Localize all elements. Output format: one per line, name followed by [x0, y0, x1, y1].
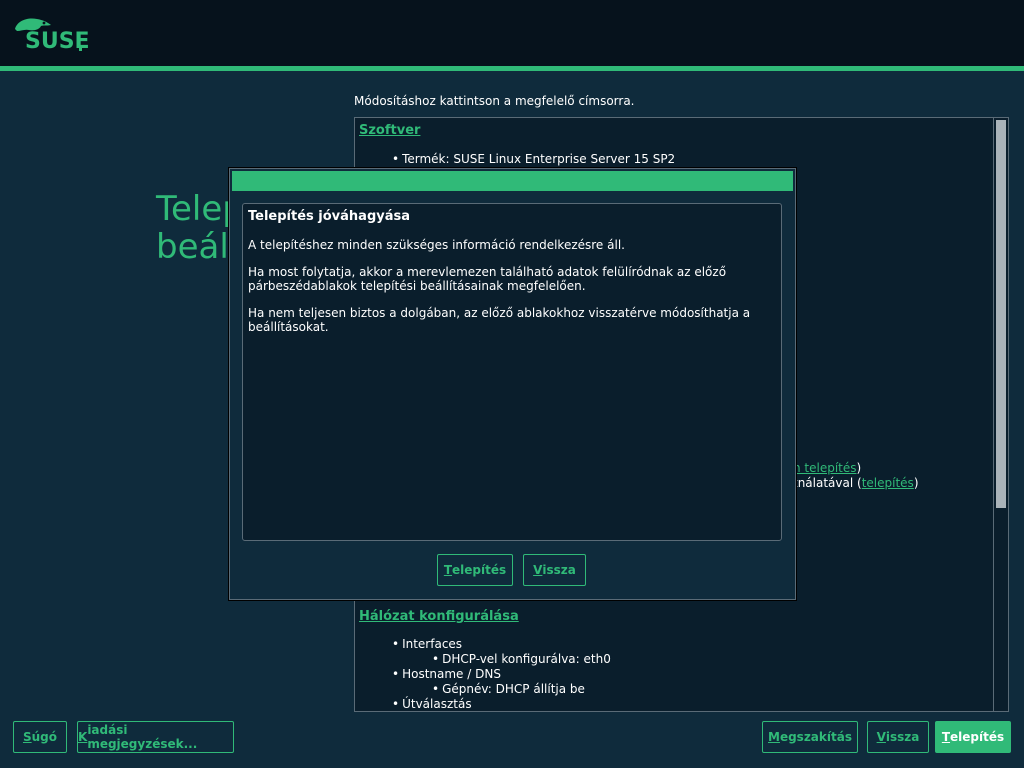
network-item: Interfaces — [392, 637, 462, 651]
scrollbar-thumb[interactable] — [996, 120, 1006, 508]
button-label: iadási megjegyzések... — [87, 723, 198, 751]
partial-tail-1: ) — [856, 461, 862, 475]
accel-key: V — [533, 563, 543, 577]
logo-dot — [79, 48, 82, 51]
dialog-heading: Telepítés jóváhagyása — [248, 209, 411, 224]
header-accent-line — [0, 66, 1024, 71]
dialog-message-box: Telepítés jóváhagyása A telepítéshez min… — [242, 203, 782, 541]
dialog-title-bar — [232, 171, 793, 191]
network-item: Hostname / DNS — [392, 667, 501, 681]
release-notes-button[interactable]: Kiadási megjegyzések... — [77, 721, 234, 753]
install-button[interactable]: Telepítés — [935, 721, 1011, 753]
partial-text-2: tnálatával ( — [793, 476, 862, 490]
summary-hint: Módosításhoz kattintson a megfelelő címs… — [354, 94, 635, 108]
section-network-link[interactable]: Hálózat konfigurálása — [359, 609, 519, 624]
button-label: úgó — [31, 730, 58, 744]
summary-partial-line-1: n telepítés) — [793, 461, 861, 475]
accel-key: K — [78, 730, 88, 744]
software-product-item: Termék: SUSE Linux Enterprise Server 15 … — [392, 152, 675, 166]
dialog-install-button[interactable]: Telepítés — [437, 554, 513, 586]
dialog-paragraph-1: A telepítéshez minden szükséges informác… — [248, 238, 625, 252]
section-software-link[interactable]: Szoftver — [359, 123, 420, 138]
button-label: elepítés — [950, 730, 1005, 744]
button-label: egszakítás — [779, 730, 852, 744]
header-bar: SUSE — [0, 0, 1024, 66]
button-label: elepítés — [452, 563, 507, 577]
summary-partial-line-2: tnálatával (telepítés) — [793, 476, 919, 490]
install-link-2[interactable]: telepítés — [862, 476, 914, 490]
dialog-back-button[interactable]: Vissza — [523, 554, 586, 586]
accel-key: T — [443, 563, 453, 577]
button-label: issza — [542, 563, 576, 577]
dialog-paragraph-2: Ha most folytatja, akkor a merevlemezen … — [248, 265, 727, 293]
install-link-1[interactable]: n telepítés — [793, 461, 857, 475]
summary-scrollbar[interactable] — [993, 118, 1008, 711]
back-button[interactable]: Vissza — [867, 721, 929, 753]
network-subitem: DHCP-vel konfigurálva: eth0 — [432, 652, 611, 666]
dialog-paragraph-3: Ha nem teljesen biztos a dolgában, az el… — [248, 306, 751, 334]
help-button[interactable]: Súgó — [13, 721, 67, 753]
accel-key: M — [768, 730, 780, 744]
partial-tail-2: ) — [913, 476, 919, 490]
abort-button[interactable]: Megszakítás — [762, 721, 858, 753]
network-item: Útválasztás — [392, 697, 472, 711]
accel-key: S — [22, 730, 32, 744]
accel-key: T — [941, 730, 951, 744]
suse-logo: SUSE — [13, 17, 90, 54]
network-subitem: Gépnév: DHCP állítja be — [432, 682, 585, 696]
accel-key: V — [876, 730, 886, 744]
button-label: issza — [885, 730, 920, 744]
confirm-install-dialog: Telepítés jóváhagyása A telepítéshez min… — [229, 168, 796, 600]
